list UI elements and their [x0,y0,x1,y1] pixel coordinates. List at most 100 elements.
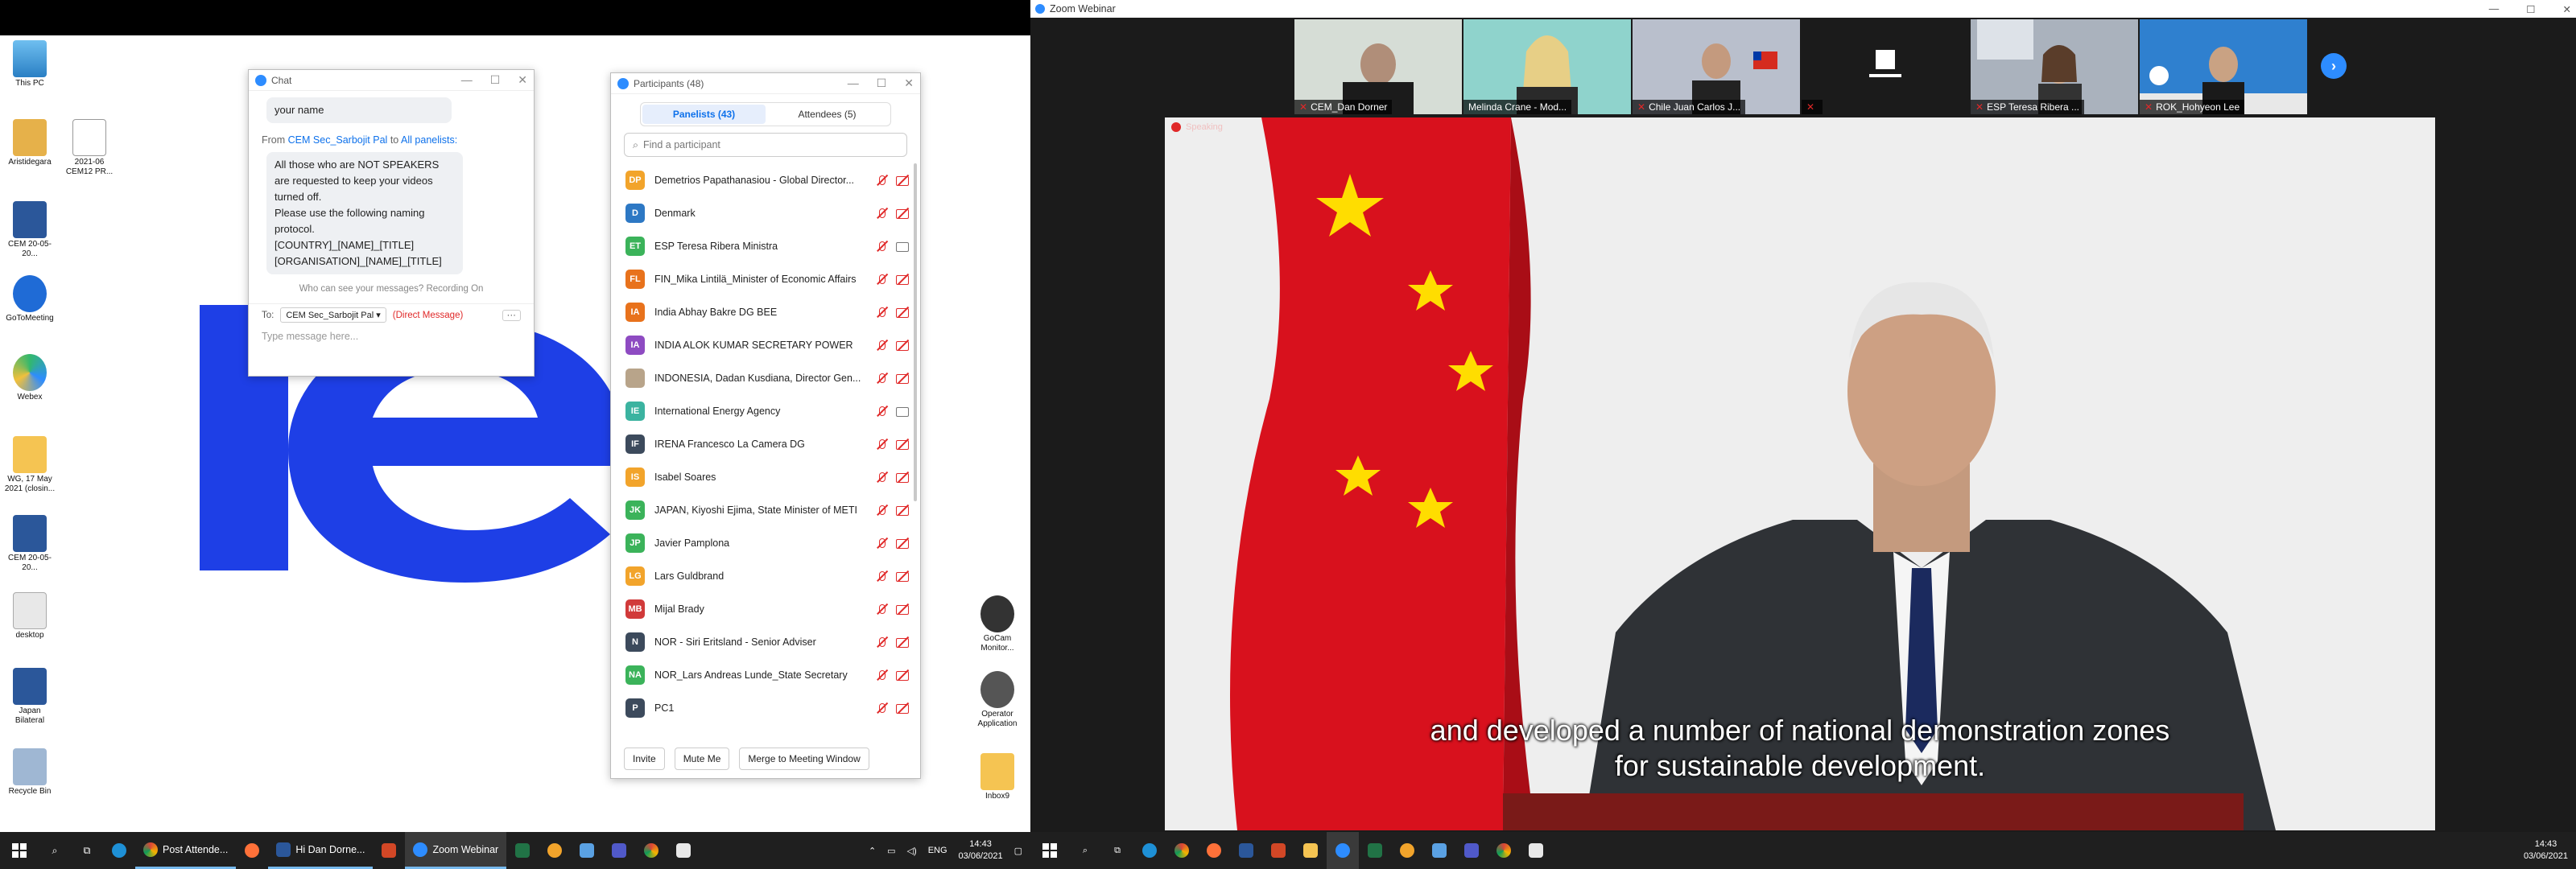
excel-icon[interactable] [506,832,539,869]
start-button[interactable] [0,832,39,869]
participant-row[interactable]: FL FIN_Mika Lintilä_Minister of Economic … [611,262,920,295]
camera-off-icon[interactable] [896,702,909,714]
participant-row[interactable]: JK JAPAN, Kiyoshi Ejima, State Minister o… [611,493,920,526]
participant-row[interactable]: INDONESIA, Dadan Kusdiana, Director Gen.… [611,361,920,394]
video-thumbnail[interactable]: ✕ Chile Juan Carlos J... [1633,19,1800,114]
camera-off-icon[interactable] [896,307,909,318]
word-icon[interactable] [1230,832,1262,869]
desktop-icon-operator[interactable]: Operator Application [971,671,1024,729]
mic-muted-icon[interactable] [875,702,888,714]
desktop-icon-gotomeeting[interactable]: GoToMeeting [3,275,56,323]
desktop-icon-this-pc[interactable]: This PC [3,40,56,89]
active-speaker-video[interactable]: Speaking and developed a number of natio… [1165,117,2435,830]
edge-icon[interactable] [1133,832,1166,869]
participant-row[interactable]: ET ESP Teresa Ribera Ministra [611,229,920,262]
task-view-icon[interactable]: ⧉ [1101,832,1133,869]
desktop-icon-wg-folder[interactable]: WG, 17 May 2021 (closin... [3,436,56,494]
settings-icon[interactable] [539,832,571,869]
mic-muted-icon[interactable] [875,603,888,615]
participant-row[interactable]: IF IRENA Francesco La Camera DG [611,427,920,460]
mic-muted-icon[interactable] [875,472,888,483]
desktop-icon-camera-app[interactable]: GoCam Monitor... [971,595,1024,653]
desktop-icon-file[interactable]: desktop [3,592,56,640]
camera-off-icon[interactable] [896,373,909,384]
powerpoint-icon[interactable] [373,832,405,869]
close-button[interactable]: ✕ [904,76,914,90]
search-icon[interactable]: ⌕ [39,832,71,869]
chrome-icon[interactable] [1488,832,1520,869]
edge-icon[interactable] [103,832,135,869]
taskbar-app-zoom[interactable]: Zoom Webinar [405,832,507,869]
zoom-webinar-titlebar[interactable]: Zoom Webinar — ☐ ✕ [1030,0,2576,18]
camera-off-icon[interactable] [896,537,909,549]
volume-icon[interactable]: ◁) [907,846,917,856]
participant-list-scrollbar[interactable] [914,163,917,501]
maximize-button[interactable]: ☐ [877,76,887,90]
chat-visibility-notice[interactable]: Who can see your messages? Recording On [262,284,521,294]
mic-muted-icon[interactable] [875,537,888,549]
start-button[interactable] [1030,832,1069,869]
mic-muted-icon[interactable] [875,505,888,516]
zoom-icon[interactable] [1327,832,1359,869]
teams-icon[interactable] [603,832,635,869]
participant-row[interactable]: LG Lars Guldbrand [611,559,920,592]
participant-row[interactable]: IA INDIA ALOK KUMAR SECRETARY POWER [611,328,920,361]
camera-off-icon[interactable] [896,340,909,351]
merge-to-meeting-button[interactable]: Merge to Meeting Window [739,748,869,770]
camera-off-icon[interactable] [896,472,909,483]
participant-row[interactable]: MB Mijal Brady [611,592,920,625]
close-button[interactable]: ✕ [2563,3,2571,15]
clock[interactable]: 14:43 03/06/2021 [959,838,1003,863]
taskbar-app-word[interactable]: Hi Dan Dorne... [268,832,374,869]
chat-recipient-link[interactable]: All panelists [401,134,455,146]
network-icon[interactable]: ▭ [887,846,895,856]
next-page-button[interactable]: › [2321,53,2347,79]
video-thumbnail[interactable]: ✕ [1802,19,1969,114]
clock[interactable]: 14:43 03/06/2021 [2524,838,2568,863]
video-thumbnail[interactable]: ✕ ESP Teresa Ribera ... [1971,19,2138,114]
participant-row[interactable]: NA NOR_Lars Andreas Lunde_State Secretary [611,658,920,691]
camera-off-icon[interactable] [896,505,909,516]
participant-row[interactable]: JP Javier Pamplona [611,526,920,559]
minimize-button[interactable]: — [848,76,859,90]
participant-row[interactable]: IS Isabel Soares [611,460,920,493]
desktop-icon-japan-bilateral[interactable]: Japan Bilateral [3,668,56,726]
chat-titlebar[interactable]: Chat — ☐ ✕ [249,70,534,91]
participant-search-input[interactable]: ⌕ Find a participant [624,133,907,157]
chat-message-input[interactable]: Type message here... [249,326,534,347]
taskbar-app-chrome[interactable]: Post Attende... [135,832,237,869]
minimize-button[interactable]: — [461,73,473,87]
camera-off-icon[interactable] [896,274,909,285]
invite-button[interactable]: Invite [624,748,665,770]
chat-recipient-select[interactable]: CEM Sec_Sarbojit Pal ▾ [280,307,386,323]
camera-off-icon[interactable] [896,603,909,615]
desktop-icon-user-folder[interactable]: Aristidegara [3,119,56,167]
language-indicator[interactable]: ENG [928,846,947,855]
teams-icon[interactable] [1455,832,1488,869]
mic-muted-icon[interactable] [875,175,888,186]
participant-row[interactable]: IE International Energy Agency [611,394,920,427]
desktop-icon-word-doc-2[interactable]: CEM 20-05-20... [3,515,56,573]
task-view-icon[interactable]: ⧉ [71,832,103,869]
camera-off-icon[interactable] [896,439,909,450]
snip-icon[interactable] [667,832,700,869]
app-icon[interactable] [1423,832,1455,869]
mic-muted-icon[interactable] [875,241,888,252]
chat-sender-link[interactable]: CEM Sec_Sarbojit Pal [288,134,388,146]
tab-attendees[interactable]: Attendees (5) [766,105,889,124]
camera-on-icon[interactable] [896,241,909,252]
maximize-button[interactable]: ☐ [2526,3,2535,15]
file-explorer-icon[interactable] [1294,832,1327,869]
desktop-icon-pdf[interactable]: 2021-06 CEM12 PR... [63,119,116,177]
mic-muted-icon[interactable] [875,274,888,285]
maximize-button[interactable]: ☐ [490,73,501,87]
mic-muted-icon[interactable] [875,570,888,582]
mic-muted-icon[interactable] [875,208,888,219]
close-button[interactable]: ✕ [518,73,527,87]
participant-row[interactable]: N NOR - Siri Eritsland - Senior Adviser [611,625,920,658]
notifications-icon[interactable]: ▢ [1014,846,1022,856]
settings-icon[interactable] [1391,832,1423,869]
tab-panelists[interactable]: Panelists (43) [642,105,766,124]
video-thumbnail[interactable]: ✕ CEM_Dan Dorner [1294,19,1462,114]
chrome-icon[interactable] [1166,832,1198,869]
